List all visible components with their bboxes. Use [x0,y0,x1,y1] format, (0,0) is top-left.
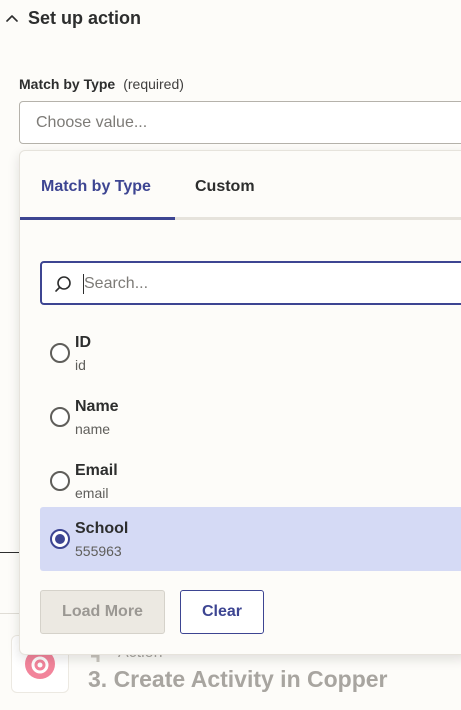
option-name[interactable]: Name name [40,385,461,449]
dropdown-panel: Match by Type Custom Search... ID id Nam… [19,150,461,655]
option-school[interactable]: School 555963 [40,507,461,571]
field-required-text: (required) [123,76,184,92]
option-id[interactable]: ID id [40,321,461,385]
search-icon [55,276,71,292]
search-input[interactable]: Search... [40,261,461,305]
option-value: id [75,357,86,373]
step-title[interactable]: 3. Create Activity in Copper [88,666,388,693]
section-header[interactable]: Set up action [0,0,461,38]
clear-button[interactable]: Clear [180,590,264,634]
radio-button[interactable] [50,343,70,363]
tab-custom[interactable]: Custom [195,178,255,196]
option-value: 555963 [75,543,122,559]
load-more-button[interactable]: Load More [40,590,165,634]
field-label: Match by Type (required) [19,76,184,92]
section-title: Set up action [28,8,142,28]
search-placeholder: Search... [84,275,149,292]
radio-button[interactable] [50,407,70,427]
field-label-text: Match by Type [19,76,116,92]
option-label: Name [75,398,119,415]
option-label: ID [75,334,91,351]
tab-match-by-type[interactable]: Match by Type [41,178,151,196]
chevron-up-icon[interactable] [6,13,18,25]
option-value: name [75,421,111,437]
radio-button[interactable] [50,471,70,491]
option-value: email [75,485,109,501]
dropdown-tabs: Match by Type Custom [20,151,461,221]
option-label: Email [75,462,118,479]
select-placeholder: Choose value... [36,114,148,131]
active-tab-indicator [20,217,175,220]
match-by-type-select[interactable]: Choose value... [19,101,461,144]
option-label: School [75,520,129,537]
radio-button-selected[interactable] [50,529,70,549]
option-email[interactable]: Email email [40,449,461,513]
